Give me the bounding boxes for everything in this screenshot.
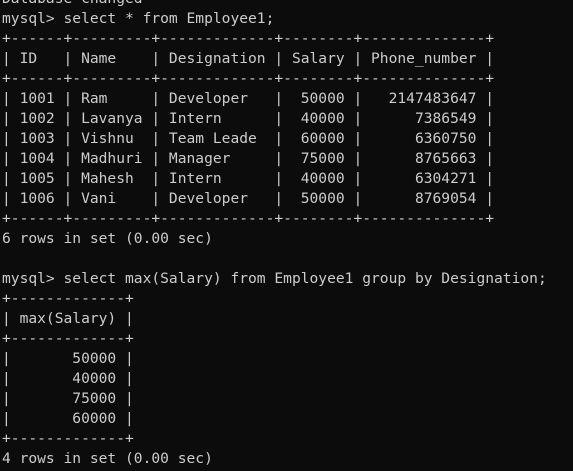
table-row: | 1004 | Madhuri | Manager | 75000 | 876… <box>2 150 495 167</box>
table-row: | 60000 | <box>2 410 134 427</box>
table-row: | 1001 | Ram | Developer | 50000 | 21474… <box>2 90 495 107</box>
table-row: | 50000 | <box>2 350 134 367</box>
table-row: | 75000 | <box>2 390 134 407</box>
table-border: +-------------+ <box>2 330 134 347</box>
table-header-row: | max(Salary) | <box>2 310 134 327</box>
result-summary: 4 rows in set (0.00 sec) <box>2 450 213 467</box>
terminal-window[interactable]: Database changed mysql> select * from Em… <box>0 0 573 471</box>
table-header-row: | ID | Name | Designation | Salary | Pho… <box>2 50 495 67</box>
table-border: +------+---------+-------------+--------… <box>2 210 495 227</box>
table-row: | 1003 | Vishnu | Team Leade | 60000 | 6… <box>2 130 495 147</box>
table-border: +-------------+ <box>2 430 134 447</box>
terminal-line-command: mysql> select max(Salary) from Employee1… <box>2 270 547 287</box>
terminal-line-command: mysql> select * from Employee1; <box>2 10 275 27</box>
terminal-line-status: Database changed <box>2 0 547 9</box>
result-summary: 6 rows in set (0.00 sec) <box>2 230 213 247</box>
table-row: | 1002 | Lavanya | Intern | 40000 | 7386… <box>2 110 495 127</box>
terminal-output: Database changed mysql> select * from Em… <box>2 0 547 469</box>
table-row: | 40000 | <box>2 370 134 387</box>
table-border: +------+---------+-------------+--------… <box>2 30 495 47</box>
table-row: | 1006 | Vani | Developer | 50000 | 8769… <box>2 190 495 207</box>
table-border: +------+---------+-------------+--------… <box>2 70 495 87</box>
table-border: +-------------+ <box>2 290 134 307</box>
table-row: | 1005 | Mahesh | Intern | 40000 | 63042… <box>2 170 495 187</box>
